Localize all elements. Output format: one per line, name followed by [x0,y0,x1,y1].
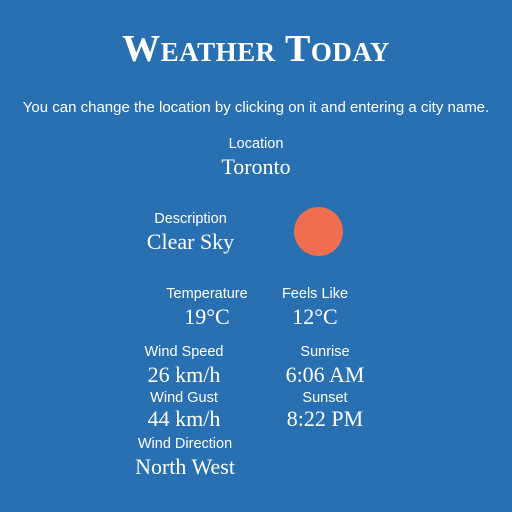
sunset-label: Sunset [302,390,348,406]
wind-speed-label: Wind Speed [144,344,224,360]
temperature-value: 19°C [184,304,230,329]
temperature-label: Temperature [166,286,248,302]
wind-direction-value: North West [135,454,235,479]
page-title: Weather Today [122,28,390,70]
wind-gust-label: Wind Gust [150,390,218,406]
location-label: Location [228,136,284,152]
feels-like-value: 12°C [292,304,338,329]
wind-speed-value: 26 km/h [147,362,221,387]
sunrise-value: 6:06 AM [285,362,365,387]
sunrise-label: Sunrise [300,344,350,360]
location-value[interactable]: Toronto [156,154,356,180]
description-label: Description [154,211,227,227]
description-value: Clear Sky [146,229,235,254]
sunset-value: 8:22 PM [286,406,364,431]
wind-direction-label: Wind Direction [137,436,233,452]
instructions-text: You can change the location by clicking … [22,99,490,116]
sun-icon [294,207,343,256]
wind-gust-value: 44 km/h [147,406,221,431]
feels-like-label: Feels Like [281,286,349,302]
